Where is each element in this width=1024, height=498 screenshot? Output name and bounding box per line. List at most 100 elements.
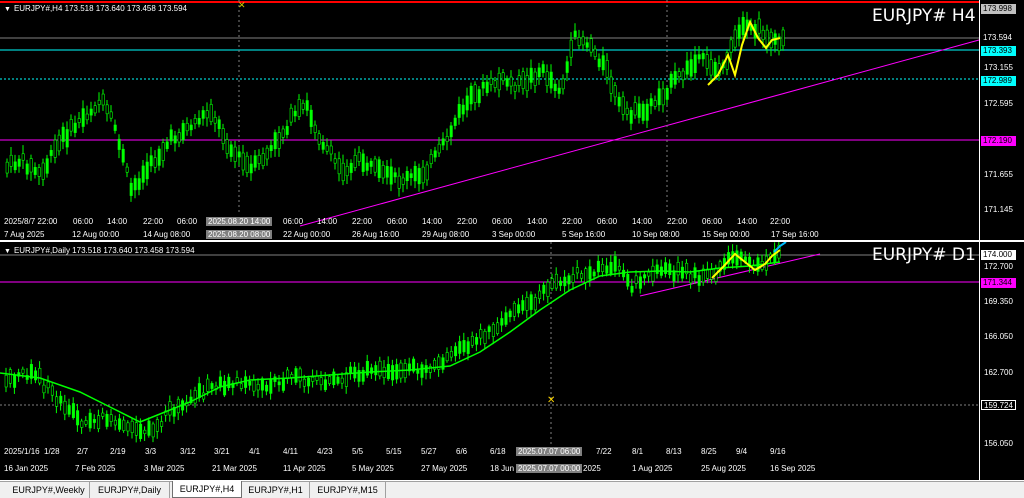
d1-candle-body	[496, 322, 500, 334]
tab-daily[interactable]: EURJPY#,Daily	[90, 482, 170, 498]
d1-price-tick: 156.050	[984, 439, 1013, 448]
h4-candle-body	[697, 54, 701, 60]
h4-candle-body	[433, 150, 437, 158]
d1-candle-body	[605, 265, 609, 274]
h4-candle-body	[385, 166, 389, 178]
h4-candle-body	[153, 157, 157, 168]
d1-time-label: 4/23	[317, 447, 333, 456]
h4-candle-body	[225, 139, 229, 154]
h4-candle-body	[653, 100, 657, 107]
h4-candle-body	[557, 87, 561, 94]
d1-candle-body	[458, 341, 462, 354]
h4-candle-body	[149, 155, 153, 167]
d1-candle-body	[218, 376, 222, 387]
tab-h4[interactable]: EURJPY#,H4	[172, 481, 242, 498]
h4-watermark: EURJPY# H4	[872, 6, 976, 26]
h4-date-label: 15 Sep 00:00	[702, 230, 750, 239]
d1-candle-body	[307, 377, 311, 387]
d1-time-label: 6/6	[456, 447, 468, 456]
h4-date-label: 29 Aug 08:00	[422, 230, 470, 239]
h4-candle-body	[21, 153, 25, 161]
d1-candle-body	[197, 383, 201, 398]
d1-candle-body	[609, 261, 613, 275]
h4-candle-body	[381, 165, 385, 179]
h4-candle-body	[141, 165, 145, 183]
d1-candle-body	[38, 368, 42, 384]
h4-candle-body	[597, 58, 601, 68]
h4-candle-body	[457, 104, 461, 118]
h4-candle-body	[305, 100, 309, 111]
h4-candle-body	[37, 167, 41, 177]
d1-candle-body	[315, 375, 319, 381]
h4-candle-body	[421, 166, 425, 184]
h4-candle-body	[169, 129, 173, 142]
d1-candle-body	[294, 368, 298, 383]
h4-candle-body	[437, 143, 441, 154]
h4-candle-body	[569, 39, 573, 58]
tab-h1[interactable]: EURJPY#,H1	[242, 482, 310, 498]
d1-candle-body	[521, 300, 525, 311]
h4-candle-body	[445, 136, 449, 142]
h4-candle-body	[229, 144, 233, 157]
h4-candle-body	[417, 168, 421, 185]
d1-candle-body	[328, 376, 332, 384]
h4-candle-body	[685, 60, 689, 75]
d1-time-label: 2/7	[77, 447, 89, 456]
d1-candle-body	[105, 413, 109, 427]
h4-candle-chart[interactable]: ✕	[0, 0, 1024, 240]
h4-candle-body	[261, 153, 265, 167]
d1-chart-pane[interactable]: ✕ ▼ EURJPY#,Daily 173.518 173.640 173.458…	[0, 242, 1024, 480]
d1-candle-body	[395, 364, 399, 380]
h4-candle-body	[61, 126, 65, 142]
d1-candle-body	[277, 381, 281, 386]
d1-candle-body	[101, 412, 105, 417]
h4-candle-body	[733, 29, 737, 48]
h4-candle-body	[25, 163, 29, 175]
h4-candle-body	[641, 103, 645, 121]
d1-time-label: 3/3	[145, 447, 157, 456]
h4-time-label: 22:00	[352, 217, 373, 226]
h4-candle-body	[341, 162, 345, 182]
d1-candle-body	[134, 422, 138, 436]
h4-candle-body	[449, 125, 453, 138]
d1-candle-body	[193, 390, 197, 404]
d1-watermark: EURJPY# D1	[872, 245, 976, 265]
d1-time-label: 5/15	[386, 447, 402, 456]
d1-candle-body	[416, 369, 420, 374]
d1-candle-body	[575, 267, 579, 274]
h4-candle-body	[529, 67, 533, 83]
collapse-triangle-icon: ▼	[4, 6, 11, 13]
h4-time-label: 22:00	[143, 217, 164, 226]
h4-time-label: 06:00	[492, 217, 513, 226]
h4-candle-body	[53, 139, 57, 158]
h4-candle-body	[197, 118, 201, 125]
h4-time-label: 06:00	[387, 217, 408, 226]
h4-time-label: 06:00	[597, 217, 618, 226]
h4-candle-body	[705, 54, 709, 69]
tab-weekly[interactable]: EURJPY#,Weekly	[8, 482, 90, 498]
h4-candle-body	[249, 163, 253, 174]
h4-candle-body	[97, 99, 101, 105]
d1-moving-average-line	[0, 261, 781, 423]
d1-candle-body	[97, 415, 101, 430]
h4-candle-body	[353, 155, 357, 168]
d1-candle-body	[248, 381, 252, 386]
h4-date-label: 12 Aug 00:00	[72, 230, 120, 239]
h4-crosshair-time-upper: 2025.08.20 14:00	[206, 217, 273, 226]
h4-candle-body	[617, 96, 621, 107]
d1-candle-body	[8, 369, 12, 384]
d1-candle-body	[559, 280, 563, 286]
h4-chart-pane[interactable]: ✕ ▼ EURJPY#,H4 173.518 173.640 173.458 17…	[0, 0, 1024, 240]
d1-candle-chart[interactable]: ✕	[0, 242, 1024, 480]
h4-candle-body	[469, 85, 473, 105]
tab-m15[interactable]: EURJPY#,M15	[310, 482, 386, 498]
h4-candle-body	[73, 122, 77, 133]
d1-candle-body	[256, 384, 260, 391]
d1-date-label: 1 Aug 2025	[632, 464, 673, 473]
h4-candle-body	[589, 38, 593, 53]
d1-candle-body	[374, 365, 378, 376]
d1-candle-body	[147, 420, 151, 436]
h4-candle-body	[213, 117, 217, 124]
d1-candle-body	[298, 368, 302, 382]
h4-candle-body	[637, 103, 641, 118]
